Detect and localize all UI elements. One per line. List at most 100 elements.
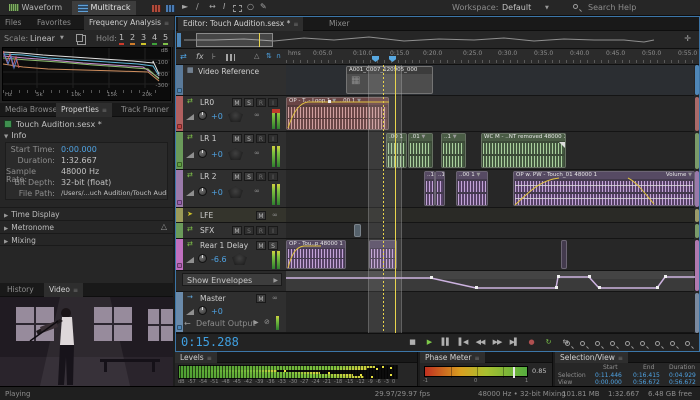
time-selection-tool-icon[interactable]: ↔: [209, 3, 216, 11]
metering-icon[interactable]: [226, 54, 235, 61]
levels-red-icon[interactable]: [152, 5, 161, 12]
gain-knob[interactable]: [198, 187, 207, 196]
move-tool-icon[interactable]: ►: [182, 3, 188, 11]
panel-menu-icon[interactable]: ≡: [475, 353, 480, 364]
gain-value[interactable]: +0: [211, 189, 223, 197]
audio-clip-lr2[interactable]: ..1: [424, 171, 435, 206]
track-name[interactable]: Rear 1 Delay: [200, 242, 248, 250]
fast-forward-button[interactable]: ▶▶: [489, 339, 505, 346]
zoom-sel-out-button[interactable]: [669, 340, 679, 350]
surround-panner[interactable]: [228, 110, 243, 122]
fx-rack-icon[interactable]: fx: [196, 53, 204, 61]
tab-mixer[interactable]: Mixer: [324, 17, 354, 31]
info-section-header[interactable]: ▼Info: [4, 132, 26, 141]
track-indicator[interactable]: [177, 263, 182, 268]
mute-button[interactable]: M: [256, 211, 266, 220]
audio-clip-lr2[interactable]: ..00 1 ▼: [456, 171, 488, 206]
track-name[interactable]: LR0: [200, 99, 214, 107]
tab-selection-view[interactable]: Selection/View≡: [555, 352, 628, 363]
tab-phase-meter[interactable]: Phase Meter≡: [420, 352, 485, 363]
time-display[interactable]: 0:15.288: [181, 336, 239, 348]
track-header-lfe[interactable]: ➤ LFE M ∞: [176, 208, 286, 223]
gain-knob[interactable]: [198, 306, 207, 315]
razor-tool-icon[interactable]: ∕: [196, 3, 199, 11]
audio-clip-lr2[interactable]: OP w. PW - Touch_01 48000 1Volume ▼: [513, 171, 695, 206]
solo-button[interactable]: S: [244, 226, 254, 235]
marquee-tool-icon[interactable]: [233, 5, 242, 12]
mute-button[interactable]: M: [232, 134, 242, 143]
track-header-lr2[interactable]: ⇄ LR 2 M S R I +0 ∞: [176, 170, 286, 208]
search-help-link[interactable]: Search Help: [588, 4, 636, 12]
scale-select[interactable]: Linear: [30, 35, 55, 43]
chevron-down-icon[interactable]: ▼: [60, 36, 64, 41]
gain-value[interactable]: +0: [211, 113, 223, 121]
hold-2[interactable]: 2: [130, 34, 135, 45]
panel-menu-icon[interactable]: ≡: [102, 104, 107, 118]
tab-track-panner[interactable]: Track Panner: [116, 103, 174, 117]
zoom-out-amplitude-button[interactable]: [609, 340, 619, 350]
gain-knob[interactable]: [198, 254, 207, 263]
panel-menu-icon[interactable]: ≡: [207, 353, 212, 364]
track-name[interactable]: LR 2: [200, 173, 217, 181]
mute-button[interactable]: M: [232, 226, 242, 235]
frequency-graph[interactable]: dB -100 -200 -300 Hz 5k 10k 15k 20k: [2, 47, 171, 101]
solo-button[interactable]: S: [244, 172, 254, 181]
multitrack-view-button[interactable]: Multitrack: [72, 1, 136, 15]
track-header-lr0[interactable]: ⇄ LR0 M S R I +0 ∞: [176, 96, 286, 132]
arm-button[interactable]: R: [256, 172, 266, 181]
mute-button[interactable]: M: [232, 172, 242, 181]
play-button[interactable]: ▶: [421, 339, 437, 346]
navigator-viewport[interactable]: [196, 33, 273, 47]
workspace-select[interactable]: Default: [502, 4, 531, 12]
fade-handle[interactable]: [559, 142, 565, 148]
video-preview[interactable]: [0, 297, 173, 386]
audio-clip-lr1[interactable]: WC M - ..NT removed 48000 1 ▼: [481, 133, 566, 168]
copy-icon[interactable]: [76, 34, 83, 42]
chevron-down-icon[interactable]: ▼: [545, 6, 549, 11]
track-lane-sfx[interactable]: [286, 223, 694, 239]
record-button[interactable]: ●: [523, 339, 539, 346]
track-header-lr1[interactable]: ⇄ LR 1 M S R I +0 ∞: [176, 132, 286, 170]
zoom-sel-in-button[interactable]: [654, 340, 664, 350]
link-icon[interactable]: ∞: [254, 112, 260, 119]
scrollbar-segment[interactable]: [695, 171, 699, 207]
time-selection[interactable]: [368, 65, 402, 333]
track-lane-lfe[interactable]: [286, 208, 694, 223]
link-icon[interactable]: ∞: [254, 188, 260, 195]
panel-menu-icon[interactable]: ≡: [164, 17, 169, 31]
mute-button[interactable]: M: [256, 241, 266, 250]
track-lane-master[interactable]: [286, 292, 694, 333]
track-indicator[interactable]: [177, 162, 182, 167]
zoom-out-time-button[interactable]: [579, 340, 589, 350]
monitor-button[interactable]: I: [268, 226, 278, 235]
lasso-tool-icon[interactable]: ○: [247, 3, 254, 11]
hold-1[interactable]: 1: [119, 34, 124, 45]
track-header-video[interactable]: ▦ Video Reference: [176, 65, 286, 96]
gain-value[interactable]: -6.6: [211, 256, 227, 264]
stop-button[interactable]: ■: [404, 339, 420, 346]
metronome-toggle-icon[interactable]: △: [254, 53, 259, 60]
show-envelopes-button[interactable]: Show Envelopes▶: [182, 273, 282, 286]
arm-button[interactable]: R: [256, 98, 266, 107]
expand-arrow-icon[interactable]: ▶: [254, 320, 259, 326]
zoom-in-time-button[interactable]: [564, 340, 574, 350]
audio-clip-rear[interactable]: OP - Tou..p 48000 1 ▼: [286, 240, 346, 269]
hold-4[interactable]: 4: [152, 34, 157, 45]
gain-knob[interactable]: [198, 149, 207, 158]
monitor-button[interactable]: I: [268, 98, 278, 107]
track-name[interactable]: LR 1: [200, 135, 217, 143]
surround-panner[interactable]: [232, 253, 247, 265]
levels-blue-icon[interactable]: [166, 5, 175, 12]
solo-button[interactable]: S: [244, 98, 254, 107]
prev-button[interactable]: ▌◀: [455, 339, 471, 346]
tab-frequency-analysis[interactable]: Frequency Analysis≡: [84, 16, 174, 30]
zoom-full-button[interactable]: [684, 340, 694, 350]
timeline-ruler[interactable]: hms 0:05.0 0:10.0 0:15.0 0:20.0 0:25.0 0…: [286, 49, 699, 65]
audio-clip-lr2[interactable]: ..1: [435, 171, 445, 206]
audio-clip-lr1[interactable]: .01 ▼: [408, 133, 433, 168]
mute-button[interactable]: M: [232, 98, 242, 107]
track-indicator[interactable]: [177, 88, 182, 93]
volume-envelope-label[interactable]: Volume ▼: [666, 172, 692, 179]
monitor-mix-icon[interactable]: ⇅: [266, 53, 272, 60]
scrollbar-segment[interactable]: [695, 293, 699, 333]
